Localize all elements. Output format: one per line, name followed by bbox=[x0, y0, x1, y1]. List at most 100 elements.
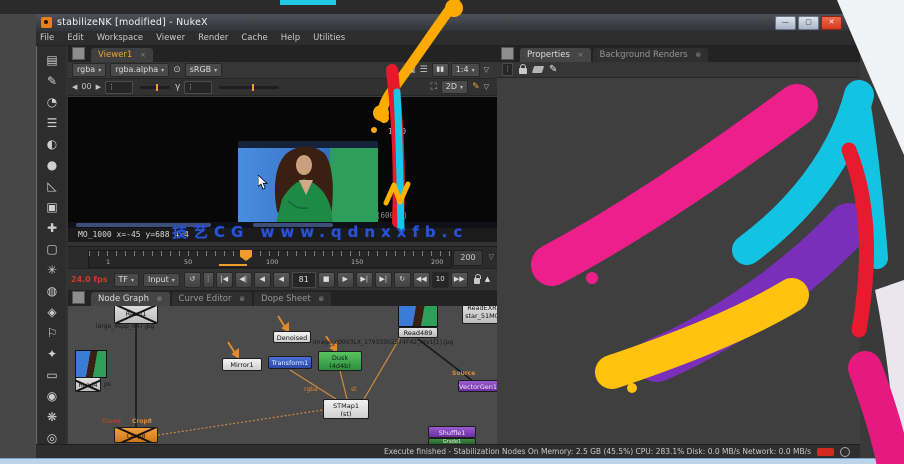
edit-pencil-icon[interactable]: ✎ bbox=[549, 64, 557, 76]
playhead[interactable] bbox=[240, 250, 252, 261]
timeline-caret-icon[interactable]: ▽ bbox=[489, 253, 494, 261]
frame-fwd-icon[interactable]: ▶ bbox=[96, 81, 101, 93]
node-stmap[interactable]: STMap1 (st) bbox=[323, 399, 369, 419]
node-read1[interactable]: Read1 bbox=[114, 306, 158, 324]
lock-panels-icon[interactable] bbox=[519, 64, 527, 74]
tab-close-icon[interactable]: ⊗ bbox=[318, 295, 324, 303]
node-graph-canvas[interactable]: Read1 large_4spp_047.jpg Read4 ps Mirror… bbox=[68, 306, 497, 444]
menu-utilities[interactable]: Utilities bbox=[313, 33, 345, 43]
annotate-pencil-icon[interactable]: ✎ bbox=[472, 81, 480, 93]
view-mode-dropdown[interactable]: 2D bbox=[440, 80, 469, 94]
menu-file[interactable]: File bbox=[40, 33, 54, 43]
pane-menu-button[interactable] bbox=[501, 47, 514, 60]
proxy-ratio-dropdown[interactable]: 1:4 bbox=[450, 63, 480, 77]
draw-icon[interactable]: ✎ bbox=[42, 71, 62, 91]
minimize-button[interactable]: — bbox=[775, 16, 796, 30]
filter-icon[interactable]: ● bbox=[42, 155, 62, 175]
tab-curve-editor[interactable]: Curve Editor ⊗ bbox=[171, 292, 253, 306]
viewer-lut-dropdown[interactable]: sRGB bbox=[184, 63, 223, 77]
maximize-button[interactable]: ▢ bbox=[798, 16, 819, 30]
toolsets-icon[interactable]: ✦ bbox=[42, 344, 62, 364]
furnace-icon[interactable]: ❋ bbox=[42, 407, 62, 427]
merge-icon[interactable]: ▣ bbox=[42, 197, 62, 217]
node-crop[interactable]: Crop8 bbox=[114, 427, 158, 443]
channel-icon[interactable]: ☰ bbox=[42, 113, 62, 133]
node-read2[interactable]: Read489 bbox=[398, 306, 438, 338]
assist-icon[interactable]: ◉ bbox=[42, 386, 62, 406]
node-dusk[interactable]: Dusk (4d4b) bbox=[318, 351, 362, 371]
menu-help[interactable]: Help bbox=[281, 33, 300, 43]
pane-menu-button[interactable] bbox=[72, 47, 85, 60]
tab-close-icon[interactable]: ⊗ bbox=[239, 295, 245, 303]
timeline[interactable]: 1 50 100 150 200 200 ▽ bbox=[68, 246, 497, 269]
deep-icon[interactable]: ◍ bbox=[42, 281, 62, 301]
tab-node-graph[interactable]: Node Graph ⊗ bbox=[91, 292, 170, 306]
menu-render[interactable]: Render bbox=[198, 33, 228, 43]
clear-panels-icon[interactable] bbox=[531, 66, 545, 73]
range-end-box[interactable]: 200 bbox=[453, 250, 483, 266]
node-denoise[interactable]: Denoised bbox=[273, 331, 311, 343]
tab-close-icon[interactable]: × bbox=[578, 51, 584, 59]
time-icon[interactable]: ◔ bbox=[42, 92, 62, 112]
tab-close-icon[interactable]: ⊗ bbox=[157, 295, 163, 303]
up-caret-icon[interactable]: ▲ bbox=[480, 273, 495, 287]
pane-menu-button[interactable] bbox=[72, 291, 85, 304]
close-button[interactable]: ✕ bbox=[821, 16, 842, 30]
views-icon[interactable]: ◈ bbox=[42, 302, 62, 322]
pause-button[interactable]: ▮▮ bbox=[431, 63, 449, 77]
gain-toggle-icon[interactable]: ⊙ bbox=[173, 64, 181, 76]
tab-dope-sheet[interactable]: Dope Sheet ⊗ bbox=[254, 292, 332, 306]
menu-viewer[interactable]: Viewer bbox=[156, 33, 185, 43]
node-mirror[interactable]: Mirror1 bbox=[222, 358, 262, 371]
tab-viewer1[interactable]: Viewer1 × bbox=[91, 48, 153, 62]
lock-range-icon[interactable] bbox=[474, 274, 481, 284]
play-backward-button[interactable]: ◀ bbox=[272, 271, 290, 288]
range-mode-dropdown[interactable]: TF bbox=[113, 272, 140, 287]
playback-input-dropdown[interactable]: Input bbox=[143, 272, 180, 287]
gain-input[interactable]: ⋮ bbox=[104, 80, 133, 94]
tab-close-icon[interactable]: ⊗ bbox=[695, 51, 701, 59]
image-icon[interactable]: ▤ bbox=[42, 50, 62, 70]
dots-button[interactable]: ⋮ bbox=[202, 271, 214, 288]
timeline-ruler[interactable]: 1 50 100 150 200 bbox=[88, 250, 452, 268]
viewer-viewport[interactable]: 1000 (600x2) bbox=[68, 96, 497, 223]
overlay-caret-icon[interactable]: ▽ bbox=[484, 81, 489, 93]
gamma-input[interactable]: ⋮ bbox=[184, 80, 213, 94]
node-transform[interactable]: Transform1 bbox=[268, 356, 312, 369]
panel-count-spinner[interactable]: ⋮ bbox=[502, 63, 513, 76]
tab-background-renders[interactable]: Background Renders ⊗ bbox=[592, 48, 709, 62]
node-vector[interactable]: VectorGen1 bbox=[458, 380, 497, 392]
other-icon[interactable]: ▭ bbox=[42, 365, 62, 385]
menu-edit[interactable]: Edit bbox=[67, 33, 83, 43]
goto-start-button[interactable]: |◀ bbox=[215, 271, 233, 288]
3d-icon[interactable]: ▢ bbox=[42, 239, 62, 259]
current-frame-field[interactable]: 81 bbox=[291, 271, 316, 288]
layer-dropdown[interactable]: rgba bbox=[72, 63, 107, 77]
play-button[interactable]: ▶ bbox=[336, 271, 354, 288]
wipe-icon[interactable]: ☰ bbox=[420, 64, 428, 76]
tab-properties[interactable]: Properties × bbox=[520, 48, 591, 62]
frame-fit-icon[interactable]: ⛶ bbox=[430, 81, 436, 93]
keyer-icon[interactable]: ◺ bbox=[42, 176, 62, 196]
particles-icon[interactable]: ✳ bbox=[42, 260, 62, 280]
prev-keyframe-button[interactable]: ◀| bbox=[234, 271, 252, 288]
node-read4-thumbnail[interactable] bbox=[75, 350, 107, 378]
next-keyframe-button[interactable]: ▶| bbox=[355, 271, 373, 288]
roi-caret-icon[interactable]: ▽ bbox=[484, 64, 489, 76]
titlebar[interactable]: stabilizeNK [modified] - NukeX bbox=[36, 14, 860, 31]
node-read4[interactable]: Read4 bbox=[75, 377, 101, 392]
tab-close-icon[interactable]: × bbox=[140, 51, 146, 59]
channels-dropdown[interactable]: rgba.alpha bbox=[110, 63, 170, 77]
color-icon[interactable]: ◐ bbox=[42, 134, 62, 154]
transform-icon[interactable]: ✚ bbox=[42, 218, 62, 238]
stop-button[interactable]: ■ bbox=[317, 271, 335, 288]
loop-button[interactable]: ↺ bbox=[183, 271, 201, 288]
prev-frame-button[interactable]: ◀ bbox=[253, 271, 271, 288]
node-read3[interactable]: ReadEXR star_51M0 bbox=[462, 306, 497, 324]
jog-forward-button[interactable]: ▶▶ bbox=[450, 271, 468, 288]
menu-cache[interactable]: Cache bbox=[241, 33, 267, 43]
monitor-out-icon[interactable]: ▣ bbox=[407, 64, 416, 76]
metadata-icon[interactable]: ⚐ bbox=[42, 323, 62, 343]
frame-back-icon[interactable]: ◀ bbox=[72, 81, 77, 93]
gamma-slider[interactable] bbox=[219, 83, 280, 91]
